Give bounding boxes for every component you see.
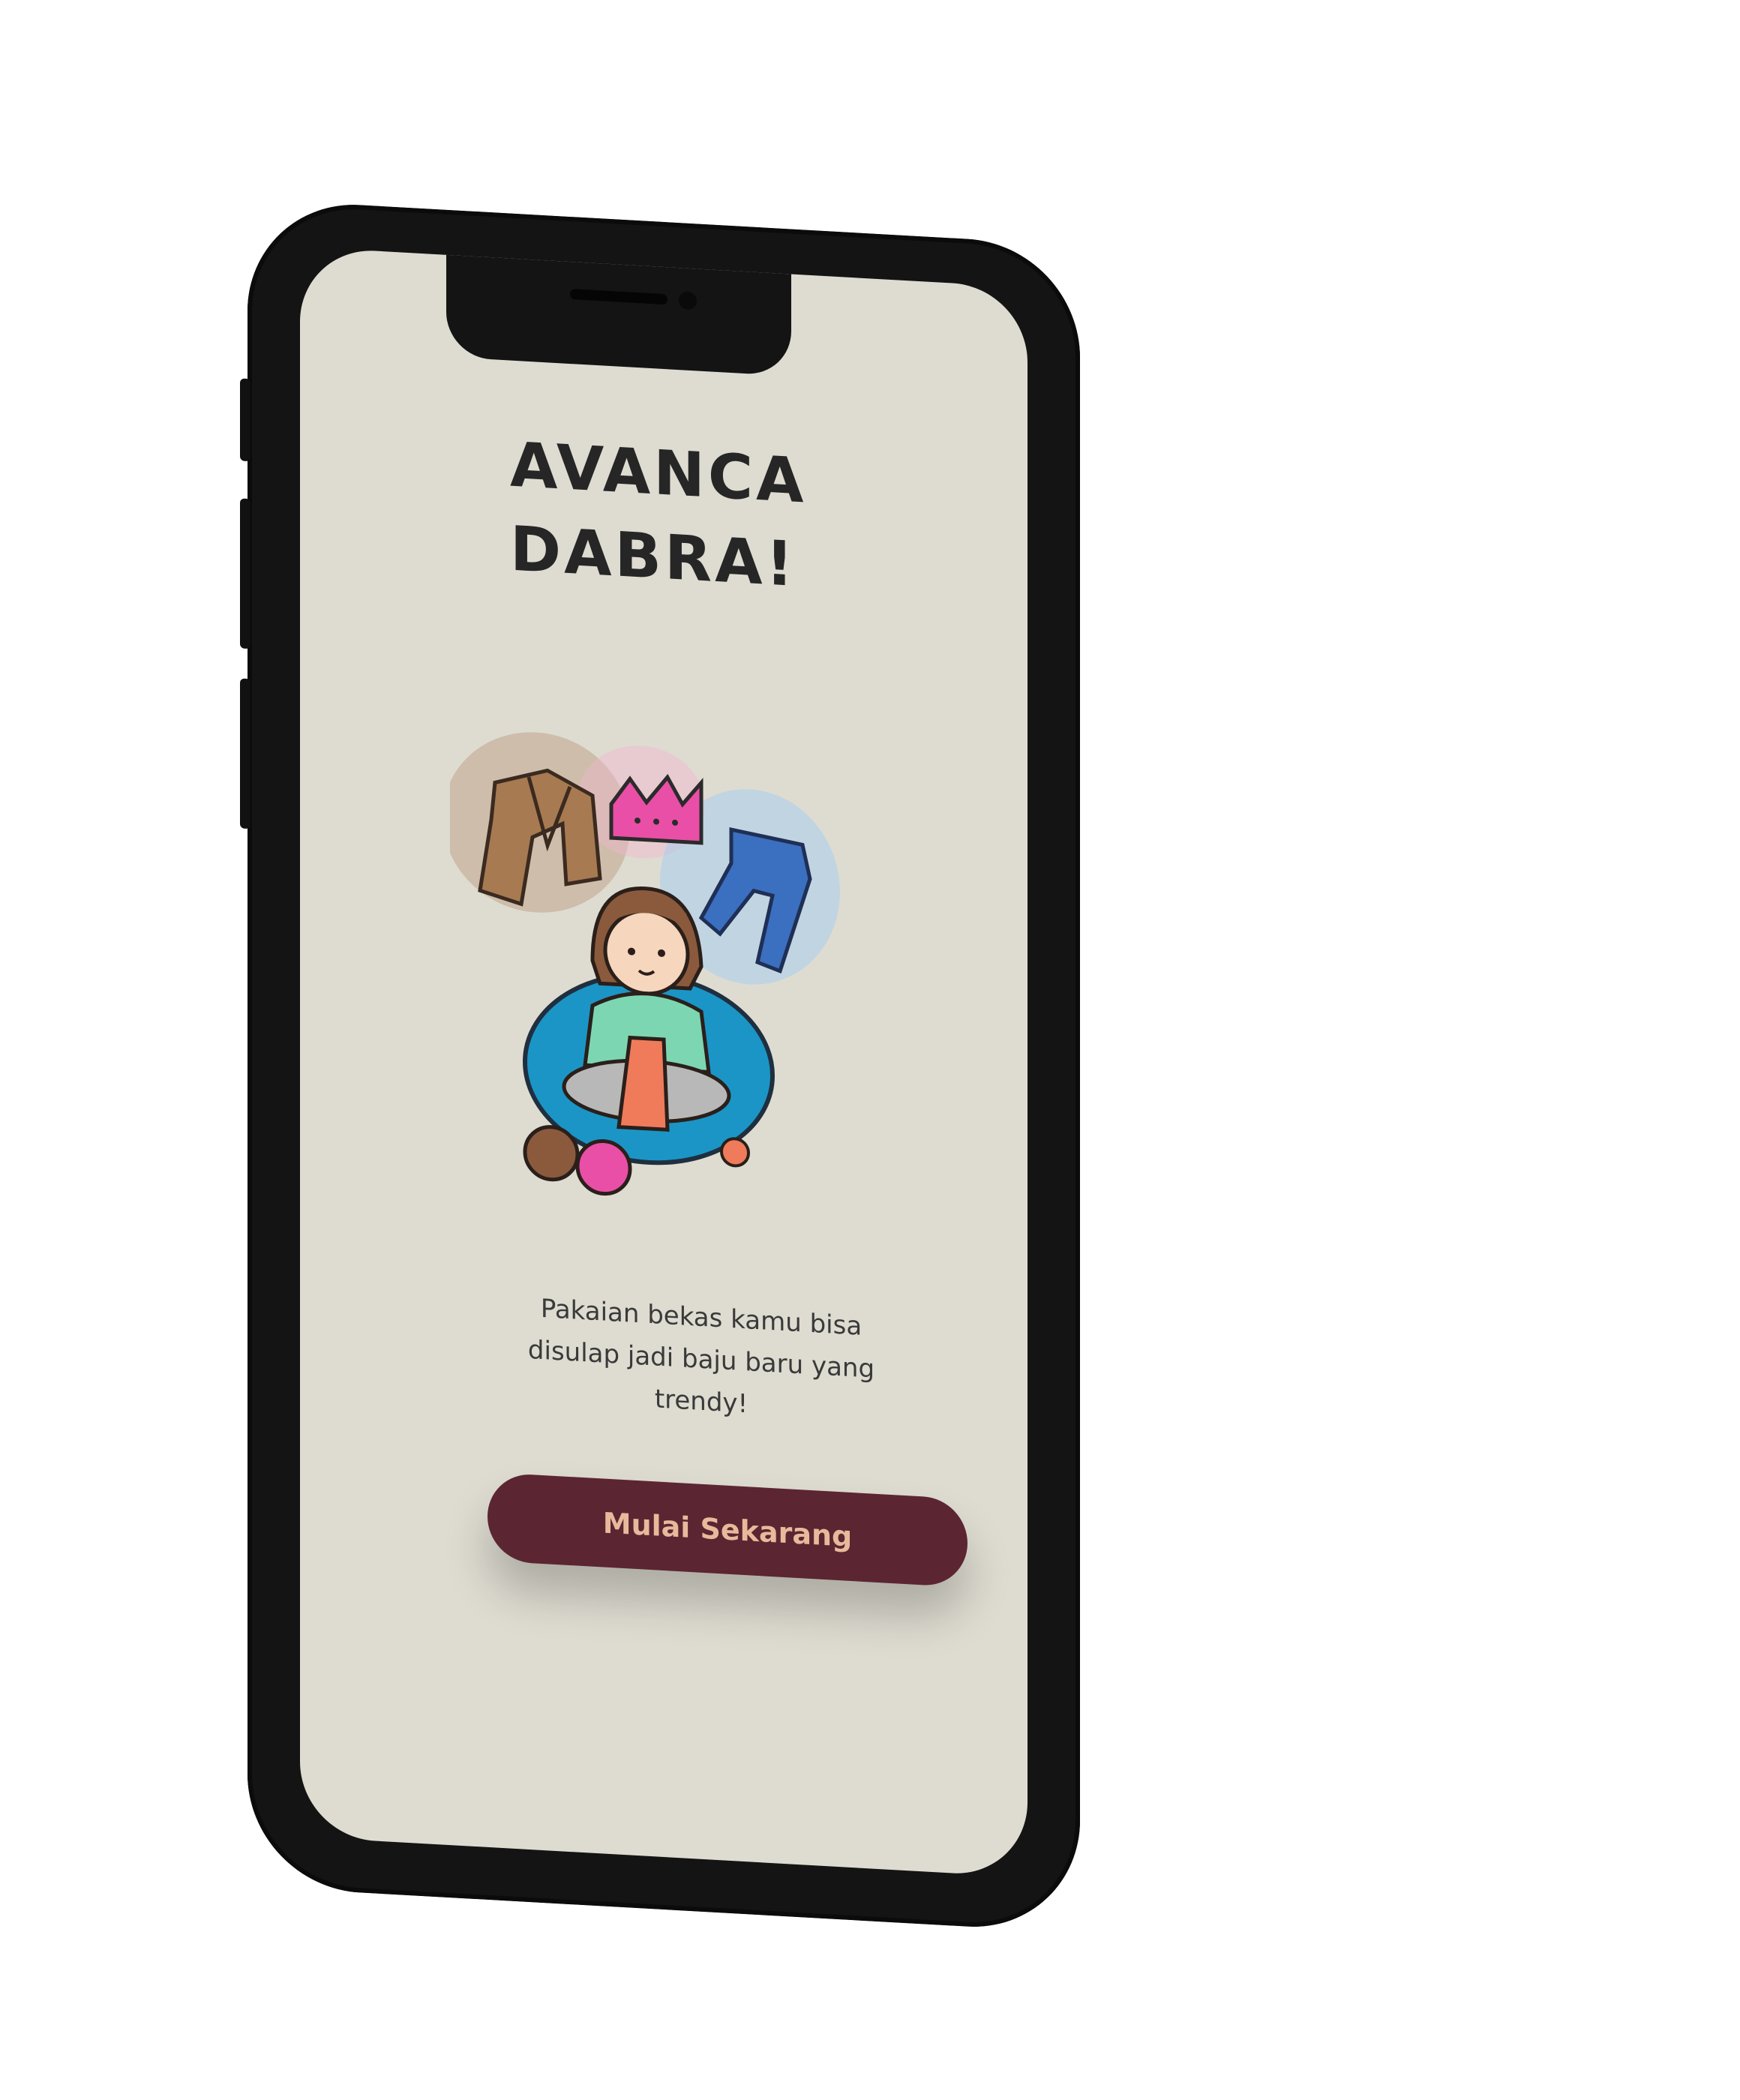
speaker	[570, 289, 668, 305]
start-now-button[interactable]: Mulai Sekarang	[488, 1472, 968, 1588]
notch	[446, 251, 791, 376]
description-text: Pakaian bekas kamu bisa disulap jadi baj…	[527, 1293, 875, 1420]
volume-down-button	[240, 678, 250, 830]
camera-icon	[679, 291, 697, 310]
girl-knitting-illustration	[450, 732, 840, 1196]
app-title: AVANCA DABRA!	[510, 424, 885, 613]
phone-frame: AVANCA DABRA! Pakaian bekas kamu bisa di…	[240, 199, 1080, 1934]
mute-switch	[240, 378, 250, 462]
volume-up-button	[240, 498, 250, 650]
app-screen: AVANCA DABRA! Pakaian bekas kamu bisa di…	[300, 246, 1028, 1878]
